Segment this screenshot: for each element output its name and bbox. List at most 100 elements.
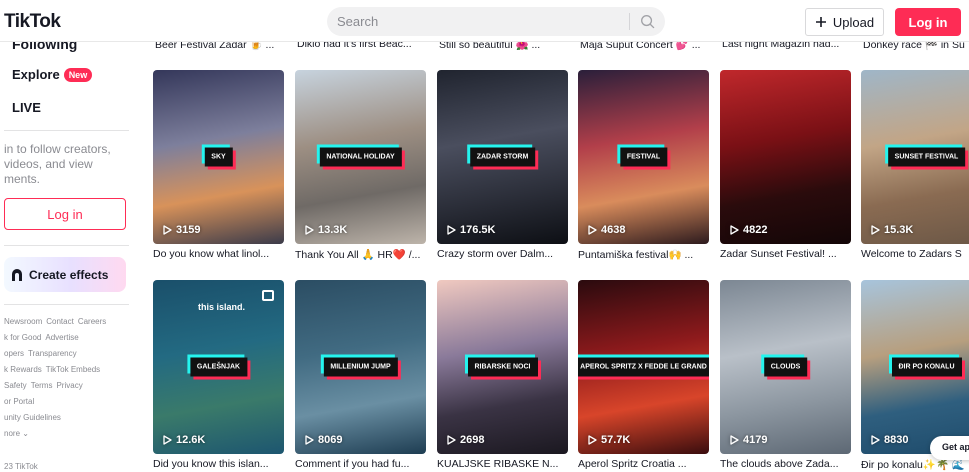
sidebar: Following Explore New LIVE in to follow c… <box>0 42 140 472</box>
video-caption[interactable]: KUALJSKE RIBASKE N... <box>437 458 568 470</box>
video-caption[interactable]: Did you know this islan... <box>153 458 284 470</box>
view-count: 13.3K <box>305 224 347 236</box>
play-icon <box>588 435 597 445</box>
search-button[interactable] <box>630 7 665 36</box>
video-card[interactable]: 4822 <box>720 70 851 244</box>
play-icon <box>871 225 880 235</box>
copyright: 23 TikTok <box>4 462 38 471</box>
video-card[interactable]: ĐIR PO KONALU 8830 <box>861 280 969 454</box>
video-card[interactable]: ZADAR STORM 176.5K <box>437 70 568 244</box>
video-title-tag: MILLENIUM JUMP <box>323 357 398 377</box>
view-count-value: 2698 <box>460 434 485 446</box>
view-count-value: 57.7K <box>601 434 631 446</box>
login-button[interactable]: Log in <box>895 8 961 36</box>
video-caption[interactable]: Aperol Spritz Croatia ... <box>578 458 709 470</box>
footer-link[interactable]: Contact <box>46 317 74 326</box>
footer-link[interactable]: unity Guidelines <box>4 413 61 422</box>
view-count: 8069 <box>305 434 342 446</box>
view-count: 4179 <box>730 434 767 446</box>
view-count: 4822 <box>730 224 767 236</box>
video-title-tag: ĐIR PO KONALU <box>891 357 962 377</box>
video-caption[interactable]: Crazy storm over Dalm... <box>437 248 568 260</box>
video-caption[interactable]: Do you know what linol... <box>153 248 284 260</box>
view-count-value: 8830 <box>884 434 909 446</box>
view-count-value: 3159 <box>176 224 201 236</box>
video-title-tag: FESTIVAL <box>619 147 668 167</box>
top-bar: TikTok Upload Log in <box>0 0 969 42</box>
video-card[interactable]: RIBARSKE NOCI 2698 <box>437 280 568 454</box>
search-icon <box>641 15 655 29</box>
login-hint-text: in to follow creators, videos, and view … <box>4 142 111 186</box>
view-count: 8830 <box>871 434 908 446</box>
view-count-value: 4822 <box>743 224 768 236</box>
footer-link[interactable]: Newsroom <box>4 317 42 326</box>
sidebar-login-button[interactable]: Log in <box>4 198 126 230</box>
play-icon <box>163 225 172 235</box>
footer-row: k Rewards TikTok Embeds <box>4 362 134 378</box>
footer-link[interactable]: k Rewards <box>4 365 42 374</box>
video-title-tag: GALEŠNJAK <box>189 357 248 377</box>
video-overlay-text: this island. <box>198 302 246 312</box>
video-card[interactable]: NATIONAL HOLIDAY 13.3K <box>295 70 426 244</box>
footer-link[interactable]: Safety <box>4 381 27 390</box>
footer-row: nore ⌄ <box>4 426 134 442</box>
nav-explore[interactable]: Explore New <box>12 67 93 82</box>
search-input[interactable] <box>337 12 622 31</box>
upload-button[interactable]: Upload <box>805 8 884 36</box>
footer-row: Newsroom Contact Careers <box>4 314 134 330</box>
get-app-button[interactable]: Get ap <box>930 436 969 460</box>
footer-link[interactable]: Terms <box>31 381 53 390</box>
video-caption[interactable]: Puntamiška festival🙌 ... <box>578 248 709 261</box>
photo-mode-icon <box>262 290 274 301</box>
video-card[interactable]: MILLENIUM JUMP 8069 <box>295 280 426 454</box>
nav-live[interactable]: LIVE <box>12 100 41 115</box>
video-caption[interactable]: Welcome to Zadars S <box>861 248 969 260</box>
footer-link[interactable]: Privacy <box>56 381 82 390</box>
video-card[interactable]: CLOUDS 4179 <box>720 280 851 454</box>
play-icon <box>730 225 739 235</box>
footer-link[interactable]: k for Good <box>4 333 41 342</box>
view-count-value: 13.3K <box>318 224 348 236</box>
new-badge: New <box>63 68 93 82</box>
footer-row: opers Transparency <box>4 346 134 362</box>
footer-link[interactable]: Advertise <box>45 333 78 342</box>
create-effects-button[interactable]: Create effects <box>4 257 126 292</box>
sidebar-divider <box>4 304 129 305</box>
footer-row: k for Good Advertise <box>4 330 134 346</box>
footer-row: or Portal <box>4 394 134 410</box>
effects-icon <box>12 268 22 281</box>
view-count-value: 12.6K <box>176 434 206 446</box>
video-title-tag: NATIONAL HOLIDAY <box>319 147 402 167</box>
upload-label: Upload <box>832 14 875 30</box>
footer-link[interactable]: TikTok Embeds <box>46 365 100 374</box>
video-card[interactable]: APEROL SPRITZ X FEDDE LE GRAND 57.7K <box>578 280 709 454</box>
view-count-value: 176.5K <box>460 224 496 236</box>
video-title-tag: ZADAR STORM <box>469 147 536 167</box>
play-icon <box>305 435 314 445</box>
video-card[interactable]: SUNSET FESTIVAL 15.3K <box>861 70 969 244</box>
video-caption[interactable]: Zadar Sunset Festival! ... <box>720 248 851 260</box>
play-icon <box>447 225 456 235</box>
video-card[interactable]: SKY 3159 <box>153 70 284 244</box>
footer-link[interactable]: opers <box>4 349 24 358</box>
video-card[interactable]: FESTIVAL 4638 <box>578 70 709 244</box>
video-title-tag: SKY <box>204 147 233 167</box>
footer-link[interactable]: Careers <box>78 317 106 326</box>
view-count: 2698 <box>447 434 484 446</box>
nav-following[interactable]: Following <box>12 42 77 52</box>
view-count: 176.5K <box>447 224 495 236</box>
view-count: 12.6K <box>163 434 205 446</box>
footer-link[interactable]: or Portal <box>4 397 34 406</box>
footer-link[interactable]: nore ⌄ <box>4 429 29 438</box>
footer-link[interactable]: Transparency <box>28 349 77 358</box>
video-caption[interactable]: Thank You All 🙏 HR❤️ /... <box>295 248 426 261</box>
view-count-value: 15.3K <box>884 224 914 236</box>
video-card[interactable]: this island. GALEŠNJAK 12.6K <box>153 280 284 454</box>
tiktok-logo[interactable]: TikTok <box>4 11 61 33</box>
video-title-tag: SUNSET FESTIVAL <box>887 147 966 167</box>
video-caption[interactable]: The clouds above Zada... <box>720 458 851 470</box>
view-count-value: 4179 <box>743 434 768 446</box>
video-caption[interactable]: Comment if you had fu... <box>295 458 426 470</box>
view-count: 15.3K <box>871 224 913 236</box>
view-count: 3159 <box>163 224 200 236</box>
